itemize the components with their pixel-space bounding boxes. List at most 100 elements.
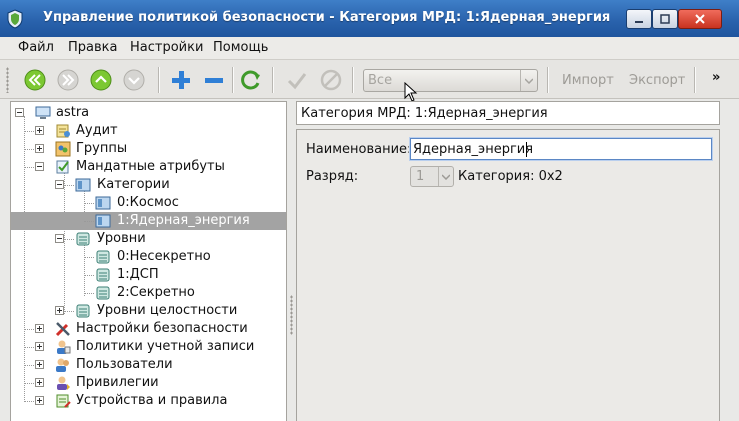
tree-item-label: Привилегии [76, 375, 159, 390]
panel-splitter-handle[interactable] [290, 295, 293, 335]
account-policy-icon [57, 340, 71, 354]
tree-item-category-0[interactable]: 0:Космос [11, 194, 286, 212]
window-title: Управление политикой безопасности - Кате… [43, 10, 611, 25]
tree-connector [64, 239, 74, 240]
minus-icon [205, 78, 223, 83]
double-left-arrow-icon [24, 69, 46, 91]
tree-item-category-1[interactable]: 1:Ядерная_энергия [11, 212, 286, 230]
toolbar-separator [352, 67, 354, 93]
first-button[interactable] [24, 69, 46, 91]
up-button[interactable] [90, 69, 112, 91]
navigation-tree[interactable]: astra Аудит Группы Мандатные атрибуты Ка… [10, 101, 287, 421]
tree-connector [84, 293, 94, 294]
devices-icon [56, 394, 71, 408]
tree-item-level-1[interactable]: 1:ДСП [11, 266, 286, 284]
expand-toggle[interactable] [35, 342, 44, 351]
bit-spinbox-value: 1 [416, 169, 425, 184]
filter-select-value: Все [368, 73, 393, 88]
tree-item-label: 2:Секретно [117, 285, 195, 300]
tree-item-users[interactable]: Пользователи [11, 356, 286, 374]
tree-item-label: Уровни целостности [97, 303, 238, 318]
import-button[interactable]: Импорт [562, 73, 614, 88]
name-label: Наименование: [306, 142, 412, 157]
expand-toggle[interactable] [35, 324, 44, 333]
down-arrow-icon [123, 69, 145, 91]
add-button[interactable] [170, 69, 192, 91]
maximize-icon [660, 14, 670, 24]
last-button[interactable] [57, 69, 79, 91]
tree-item-devices[interactable]: Устройства и правила [11, 392, 286, 410]
tree-item-label: Уровни [97, 231, 146, 246]
menu-help[interactable]: Помощь [213, 40, 268, 55]
tree-connector [84, 257, 94, 258]
mouse-cursor-icon [404, 82, 418, 102]
tree-item-label: astra [56, 105, 90, 120]
collapse-toggle[interactable] [55, 180, 64, 189]
remove-button[interactable] [203, 69, 225, 91]
close-button[interactable] [678, 9, 722, 29]
levels-icon [76, 232, 90, 246]
collapse-toggle[interactable] [55, 234, 64, 243]
cancel-icon [320, 69, 342, 91]
tree-item-integrity-levels[interactable]: Уровни целостности [11, 302, 286, 320]
cancel-button[interactable] [320, 69, 342, 91]
export-button[interactable]: Экспорт [629, 73, 685, 88]
tree-item-groups[interactable]: Группы [11, 140, 286, 158]
bit-spinbox[interactable]: 1 [410, 166, 454, 187]
tree-item-mandatory-attributes[interactable]: Мандатные атрибуты [11, 158, 286, 176]
checkmark-icon [287, 73, 307, 90]
tree-item-label: Мандатные атрибуты [76, 159, 225, 174]
toolbar-overflow-button[interactable]: » [712, 70, 720, 85]
tree-item-label: 0:Несекретно [117, 249, 211, 264]
expand-toggle[interactable] [35, 126, 44, 135]
audit-icon [56, 124, 70, 138]
tree-item-privileges[interactable]: Привилегии [11, 374, 286, 392]
expand-toggle[interactable] [35, 378, 44, 387]
expand-toggle[interactable] [35, 144, 44, 153]
toolbar-grip[interactable] [6, 67, 9, 93]
maximize-button[interactable] [652, 9, 678, 29]
tree-item-account-policies[interactable]: Политики учетной записи [11, 338, 286, 356]
window-titlebar[interactable]: Управление политикой безопасности - Кате… [0, 0, 739, 37]
tree-item-categories[interactable]: Категории [11, 176, 286, 194]
menu-settings[interactable]: Настройки [130, 40, 203, 55]
tree-item-level-2[interactable]: 2:Секретно [11, 284, 286, 302]
tree-item-levels[interactable]: Уровни [11, 230, 286, 248]
toolbar-separator [158, 67, 160, 93]
filter-select[interactable]: Все [363, 69, 538, 92]
menu-file[interactable]: Файл [18, 40, 54, 55]
tree-item-audit[interactable]: Аудит [11, 122, 286, 140]
expand-toggle[interactable] [35, 360, 44, 369]
tree-connector [64, 185, 74, 186]
down-button[interactable] [123, 69, 145, 91]
apply-button[interactable] [286, 69, 308, 91]
level-icon [96, 268, 110, 282]
collapse-toggle[interactable] [35, 162, 44, 171]
breadcrumb: Категория МРД: 1:Ядерная_энергия [296, 101, 720, 125]
menu-bar: Файл Правка Настройки Помощь [0, 37, 739, 59]
tree-connector [64, 311, 74, 312]
expand-toggle[interactable] [55, 306, 64, 315]
tree-item-label: 1:Ядерная_энергия [117, 213, 250, 228]
menu-edit[interactable]: Правка [68, 40, 117, 55]
breadcrumb-text: Категория МРД: 1:Ядерная_энергия [301, 106, 548, 121]
minimize-button[interactable] [626, 9, 652, 29]
plus-icon [172, 71, 190, 89]
tools-icon [55, 322, 70, 337]
tree-item-label: Пользователи [76, 357, 173, 372]
detail-panel: Наименование: Ядерная_энергия Разряд: 1 … [296, 129, 720, 421]
expand-toggle[interactable] [35, 396, 44, 405]
categories-icon [75, 178, 91, 192]
tree-connector [84, 221, 94, 222]
chevron-down-icon[interactable] [438, 167, 453, 186]
tree-item-label: 1:ДСП [117, 267, 159, 282]
tree-item-security-settings[interactable]: Настройки безопасности [11, 320, 286, 338]
refresh-button[interactable] [240, 69, 262, 91]
collapse-toggle[interactable] [15, 108, 24, 117]
shield-app-icon [7, 9, 23, 29]
tree-item-level-0[interactable]: 0:Несекретно [11, 248, 286, 266]
name-input[interactable]: Ядерная_энергия [410, 138, 712, 160]
tree-item-astra[interactable]: astra [11, 104, 286, 122]
integrity-levels-icon [76, 304, 90, 318]
tree-item-label: Политики учетной записи [76, 339, 255, 354]
